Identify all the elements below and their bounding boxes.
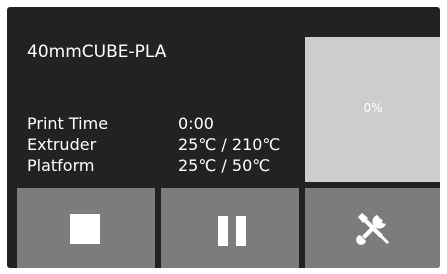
stop-button[interactable] bbox=[17, 188, 155, 268]
progress-percent: 0% bbox=[363, 101, 383, 115]
printer-screen: 40mmCUBE-PLA Print Time 0:00 Extruder 25… bbox=[7, 7, 440, 268]
stop-icon bbox=[70, 214, 100, 244]
stat-value-extruder: 25℃ / 210℃ bbox=[178, 135, 281, 154]
stat-label-platform: Platform bbox=[27, 156, 95, 175]
stat-value-platform: 25℃ / 50℃ bbox=[178, 156, 271, 175]
pause-button[interactable] bbox=[161, 188, 299, 268]
tools-icon bbox=[356, 213, 389, 245]
print-preview: 0% bbox=[305, 37, 440, 182]
job-name: 40mmCUBE-PLA bbox=[27, 42, 167, 62]
stat-value-print-time: 0:00 bbox=[178, 114, 214, 133]
stat-label-extruder: Extruder bbox=[27, 135, 97, 154]
tools-button[interactable] bbox=[305, 188, 440, 268]
stat-label-print-time: Print Time bbox=[27, 114, 109, 133]
pause-icon-bar bbox=[236, 216, 246, 246]
pause-icon bbox=[218, 216, 228, 246]
